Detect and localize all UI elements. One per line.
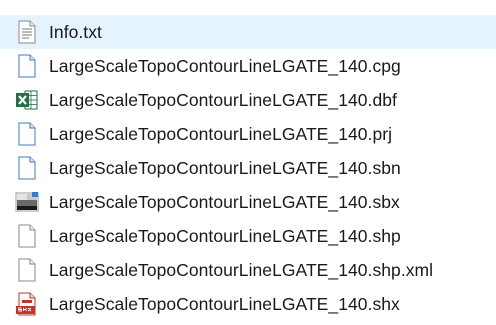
file-row-shp[interactable]: LargeScaleTopoContourLineLGATE_140.shp — [0, 219, 496, 253]
shx-file-icon — [14, 291, 40, 317]
file-name: LargeScaleTopoContourLineLGATE_140.sbx — [49, 191, 400, 212]
file-list: Info.txt LargeScaleTopoContourLineLGATE_… — [0, 0, 496, 325]
file-row-sbx[interactable]: LargeScaleTopoContourLineLGATE_140.sbx — [0, 185, 496, 219]
file-row-info-txt[interactable]: Info.txt — [0, 15, 496, 49]
file-row-dbf[interactable]: LargeScaleTopoContourLineLGATE_140.dbf — [0, 83, 496, 117]
file-name: LargeScaleTopoContourLineLGATE_140.cpg — [49, 55, 401, 76]
file-name: LargeScaleTopoContourLineLGATE_140.sbn — [49, 157, 401, 178]
image-file-icon — [14, 189, 40, 215]
file-name: LargeScaleTopoContourLineLGATE_140.dbf — [49, 89, 397, 110]
text-document-icon — [14, 19, 40, 45]
file-name: LargeScaleTopoContourLineLGATE_140.shp.x… — [49, 259, 434, 280]
generic-file-icon — [14, 257, 40, 283]
file-row-prj[interactable]: LargeScaleTopoContourLineLGATE_140.prj — [0, 117, 496, 151]
file-name: Info.txt — [49, 21, 102, 42]
generic-file-icon — [14, 155, 40, 181]
file-row-cpg[interactable]: LargeScaleTopoContourLineLGATE_140.cpg — [0, 49, 496, 83]
generic-file-icon — [14, 53, 40, 79]
generic-file-icon — [14, 121, 40, 147]
file-name: LargeScaleTopoContourLineLGATE_140.shx — [49, 293, 400, 314]
generic-file-icon — [14, 223, 40, 249]
file-row-shp-xml[interactable]: LargeScaleTopoContourLineLGATE_140.shp.x… — [0, 253, 496, 287]
excel-icon — [14, 87, 40, 113]
file-row-sbn[interactable]: LargeScaleTopoContourLineLGATE_140.sbn — [0, 151, 496, 185]
file-name: LargeScaleTopoContourLineLGATE_140.prj — [49, 123, 393, 144]
file-row-shx[interactable]: LargeScaleTopoContourLineLGATE_140.shx — [0, 287, 496, 321]
file-name: LargeScaleTopoContourLineLGATE_140.shp — [49, 225, 401, 246]
